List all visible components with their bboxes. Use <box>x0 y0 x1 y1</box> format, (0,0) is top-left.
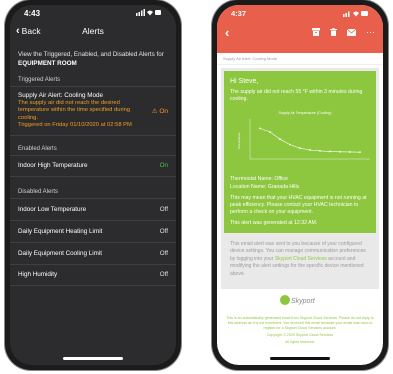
alert-state[interactable]: Off <box>160 228 168 235</box>
phone-frame-left: 4:43 ‹ Back Alerts View the Triggered, E… <box>5 0 181 370</box>
section-header-enabled: Enabled Alerts <box>18 145 57 152</box>
alert-time: Triggered on Friday 01/10/2020 at 02:58 … <box>18 122 132 129</box>
greeting: Hi Steve, <box>230 78 259 85</box>
chevron-left-icon: ‹ <box>16 24 20 37</box>
email-subject: Supply Air Alert: Cooling Mode <box>217 53 383 65</box>
chart-ylabel: Temperature <box>237 133 241 150</box>
skyport-logo-text: Skyport <box>291 298 316 305</box>
intro-text: View the Triggered, Enabled, and Disable… <box>10 41 176 73</box>
toolbar-actions: ··· <box>312 27 375 37</box>
chart-point <box>279 138 281 141</box>
chart-point <box>359 151 361 154</box>
alert-state[interactable]: Off <box>160 206 168 213</box>
chart-point <box>319 150 321 153</box>
status-bar: 4:37 <box>217 5 383 21</box>
alert-label: Daily Equipment Heating Limit <box>18 227 103 235</box>
home-indicator[interactable] <box>63 357 123 360</box>
chart-point <box>269 131 271 134</box>
back-label: Back <box>21 26 41 36</box>
copyright: Copyright © 2020 Skyport Cloud Services <box>266 333 334 338</box>
nav-bar: ‹ Back Alerts <box>10 21 176 41</box>
more-icon[interactable]: ··· <box>366 27 375 37</box>
email-header: 4:37 ‹ ··· <box>217 5 383 53</box>
archive-icon[interactable] <box>312 28 320 36</box>
alert-state[interactable]: On <box>160 162 168 169</box>
alerts-screen: 4:43 ‹ Back Alerts View the Triggered, E… <box>10 5 176 365</box>
temperature-chart: Supply Air Temperature (Cooling) Tempera… <box>237 111 370 160</box>
generated-time: This alert was generated at 12:32 AM. <box>230 219 318 226</box>
status-time: 4:43 <box>24 8 41 18</box>
trash-icon[interactable] <box>330 28 337 36</box>
alert-card: Hi Steve, The supply air did not reach 5… <box>224 71 376 233</box>
warning-icon: ⚠ <box>151 107 158 115</box>
chart-point <box>349 151 351 154</box>
chart-series <box>259 127 361 154</box>
email-body: Hi Steve, The supply air did not reach 5… <box>221 68 379 290</box>
alert-state[interactable]: Off <box>160 271 168 278</box>
skyport-link[interactable]: Skyport Cloud Services <box>275 256 327 262</box>
home-indicator[interactable] <box>270 357 330 360</box>
disabled-alert-row[interactable]: High Humidity Off <box>10 263 176 286</box>
back-button[interactable]: ‹ Back <box>16 24 41 37</box>
alert-description: The supply air did not reach the desired… <box>18 99 131 121</box>
disabled-alert-row[interactable]: Daily Equipment Cooling Limit Off <box>10 241 176 264</box>
chart-point <box>339 151 341 154</box>
signal-wifi-battery-icon <box>136 8 161 16</box>
chart-point <box>309 149 311 152</box>
alert-state-label: On <box>159 107 168 115</box>
chart-point <box>299 147 301 150</box>
alert-state[interactable]: ⚠ On <box>152 107 168 115</box>
signal-wifi-battery-icon <box>343 10 368 17</box>
status-bar: 4:43 <box>10 5 176 21</box>
email-screen: 4:37 ‹ ··· Supply Air Alert: Cooling Mod… <box>217 5 383 365</box>
chart-point <box>259 127 261 130</box>
skyport-logo-icon: Skyport <box>280 295 316 306</box>
section-header-triggered: Triggered Alerts <box>18 76 61 83</box>
alert-message: The supply air did not reach 55 °F withi… <box>230 89 363 103</box>
location-name: EQUIPMENT ROOM <box>18 59 77 67</box>
phone-frame-right: 4:37 ‹ ··· Supply Air Alert: Cooling Mod… <box>212 0 388 370</box>
alert-label: Daily Equipment Cooling Limit <box>18 249 102 257</box>
info-text: This email alert was sent to you because… <box>224 233 376 287</box>
location-name: Location Name: Granada Hills <box>230 183 300 190</box>
enabled-alert-row[interactable]: Indoor High Temperature On <box>10 154 176 177</box>
status-icons <box>136 8 162 18</box>
thermostat-name: Thermostat Name: Office <box>230 176 288 183</box>
mail-icon[interactable] <box>347 28 356 36</box>
section-header-disabled: Disabled Alerts <box>18 188 59 195</box>
status-time: 4:37 <box>231 8 247 18</box>
disabled-alert-row[interactable]: Indoor Low Temperature Off <box>10 197 176 220</box>
page-title: Alerts <box>82 26 104 36</box>
alert-title: Supply Air Alert: Cooling Mode <box>18 91 104 99</box>
triggered-alert-row[interactable]: Supply Air Alert: Cooling Mode The suppl… <box>10 85 176 136</box>
alert-label: Indoor High Temperature <box>18 162 88 170</box>
skyport-logo: Skyport <box>217 289 383 314</box>
chevron-left-icon[interactable]: ‹ <box>225 25 229 40</box>
rights: All rights reserved. <box>285 340 315 345</box>
intro-label: View the Triggered, Enabled, and Disable… <box>18 51 164 58</box>
alert-state[interactable]: Off <box>160 250 168 257</box>
advice-text: This may mean that your HVAC equipment i… <box>230 194 367 215</box>
chart-title: Supply Air Temperature (Cooling) <box>279 111 332 115</box>
footer-text: This is an automatically generated email… <box>226 316 374 331</box>
chart-point <box>289 144 291 146</box>
alert-label: High Humidity <box>18 271 58 279</box>
email-toolbar: ‹ ··· <box>217 21 383 41</box>
alert-label: Indoor Low Temperature <box>18 205 87 213</box>
chart-point <box>329 151 331 153</box>
chart-line <box>259 128 361 153</box>
disabled-alert-row[interactable]: Daily Equipment Heating Limit Off <box>10 219 176 242</box>
